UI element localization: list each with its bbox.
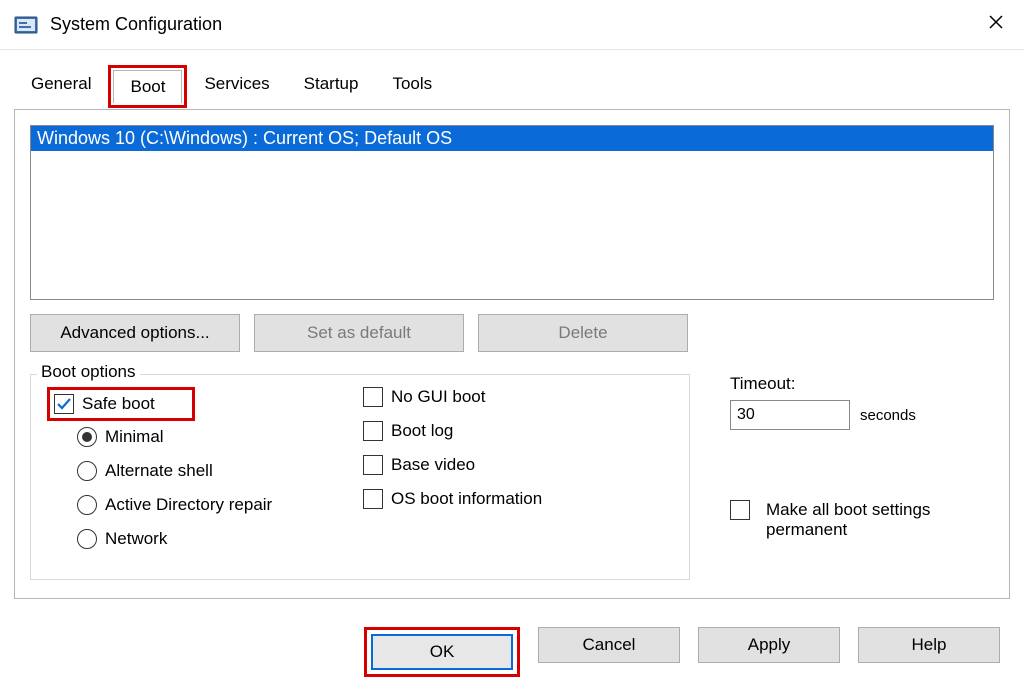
- lower-area: Boot options Safe boot Minimal: [30, 374, 994, 580]
- tab-general[interactable]: General: [14, 67, 108, 110]
- no-gui-label: No GUI boot: [391, 387, 486, 407]
- ok-highlight: OK: [364, 627, 520, 677]
- tab-startup[interactable]: Startup: [287, 67, 376, 110]
- os-list[interactable]: Windows 10 (C:\Windows) : Current OS; De…: [30, 125, 994, 300]
- radio-network-row[interactable]: Network: [77, 529, 363, 549]
- radio-minimal-label: Minimal: [105, 427, 164, 447]
- radio-altshell-row[interactable]: Alternate shell: [77, 461, 363, 481]
- help-button[interactable]: Help: [858, 627, 1000, 663]
- ok-button[interactable]: OK: [371, 634, 513, 670]
- boot-panel: Windows 10 (C:\Windows) : Current OS; De…: [14, 109, 1010, 599]
- no-gui-row[interactable]: No GUI boot: [363, 387, 679, 407]
- right-side: Timeout: seconds Make all boot settings …: [730, 374, 994, 580]
- radio-altshell[interactable]: [77, 461, 97, 481]
- base-video-row[interactable]: Base video: [363, 455, 679, 475]
- os-list-item[interactable]: Windows 10 (C:\Windows) : Current OS; De…: [31, 126, 993, 151]
- base-video-checkbox[interactable]: [363, 455, 383, 475]
- delete-button[interactable]: Delete: [478, 314, 688, 352]
- set-default-button[interactable]: Set as default: [254, 314, 464, 352]
- boot-log-checkbox[interactable]: [363, 421, 383, 441]
- radio-minimal[interactable]: [77, 427, 97, 447]
- safe-boot-checkbox[interactable]: [54, 394, 74, 414]
- boot-log-row[interactable]: Boot log: [363, 421, 679, 441]
- timeout-unit: seconds: [860, 407, 916, 424]
- timeout-label: Timeout:: [730, 374, 994, 394]
- apply-button[interactable]: Apply: [698, 627, 840, 663]
- boot-options-legend: Boot options: [37, 362, 140, 382]
- permanent-checkbox[interactable]: [730, 500, 750, 520]
- msconfig-icon: [14, 14, 40, 36]
- permanent-row[interactable]: Make all boot settings permanent: [730, 500, 994, 540]
- radio-adrepair-row[interactable]: Active Directory repair: [77, 495, 363, 515]
- permanent-label: Make all boot settings permanent: [766, 500, 966, 540]
- boot-options-col2: No GUI boot Boot log Base video OS boot …: [363, 387, 679, 563]
- window-title: System Configuration: [50, 14, 982, 35]
- close-icon[interactable]: [982, 11, 1010, 39]
- timeout-wrap: seconds: [730, 400, 994, 430]
- tab-boot-highlight: Boot: [108, 65, 187, 108]
- tabstrip: General Boot Services Startup Tools: [0, 50, 1024, 109]
- os-boot-info-label: OS boot information: [391, 489, 542, 509]
- safe-boot-highlight: Safe boot: [47, 387, 195, 421]
- boot-log-label: Boot log: [391, 421, 453, 441]
- base-video-label: Base video: [391, 455, 475, 475]
- boot-options-group: Boot options Safe boot Minimal: [30, 374, 690, 580]
- advanced-options-button[interactable]: Advanced options...: [30, 314, 240, 352]
- radio-network-label: Network: [105, 529, 167, 549]
- safe-boot-label: Safe boot: [82, 394, 155, 414]
- radio-adrepair-label: Active Directory repair: [105, 495, 272, 515]
- os-boot-info-checkbox[interactable]: [363, 489, 383, 509]
- tab-services[interactable]: Services: [187, 67, 286, 110]
- os-button-row: Advanced options... Set as default Delet…: [30, 314, 994, 352]
- no-gui-checkbox[interactable]: [363, 387, 383, 407]
- radio-altshell-label: Alternate shell: [105, 461, 213, 481]
- tab-boot[interactable]: Boot: [113, 70, 182, 103]
- footer: OK Cancel Apply Help: [0, 609, 1024, 677]
- radio-adrepair[interactable]: [77, 495, 97, 515]
- boot-options-col1: Safe boot Minimal Alternate shell Active…: [47, 387, 363, 563]
- timeout-input[interactable]: [730, 400, 850, 430]
- radio-minimal-row[interactable]: Minimal: [77, 427, 363, 447]
- os-boot-info-row[interactable]: OS boot information: [363, 489, 679, 509]
- radio-network[interactable]: [77, 529, 97, 549]
- titlebar: System Configuration: [0, 0, 1024, 50]
- tab-tools[interactable]: Tools: [375, 67, 449, 110]
- cancel-button[interactable]: Cancel: [538, 627, 680, 663]
